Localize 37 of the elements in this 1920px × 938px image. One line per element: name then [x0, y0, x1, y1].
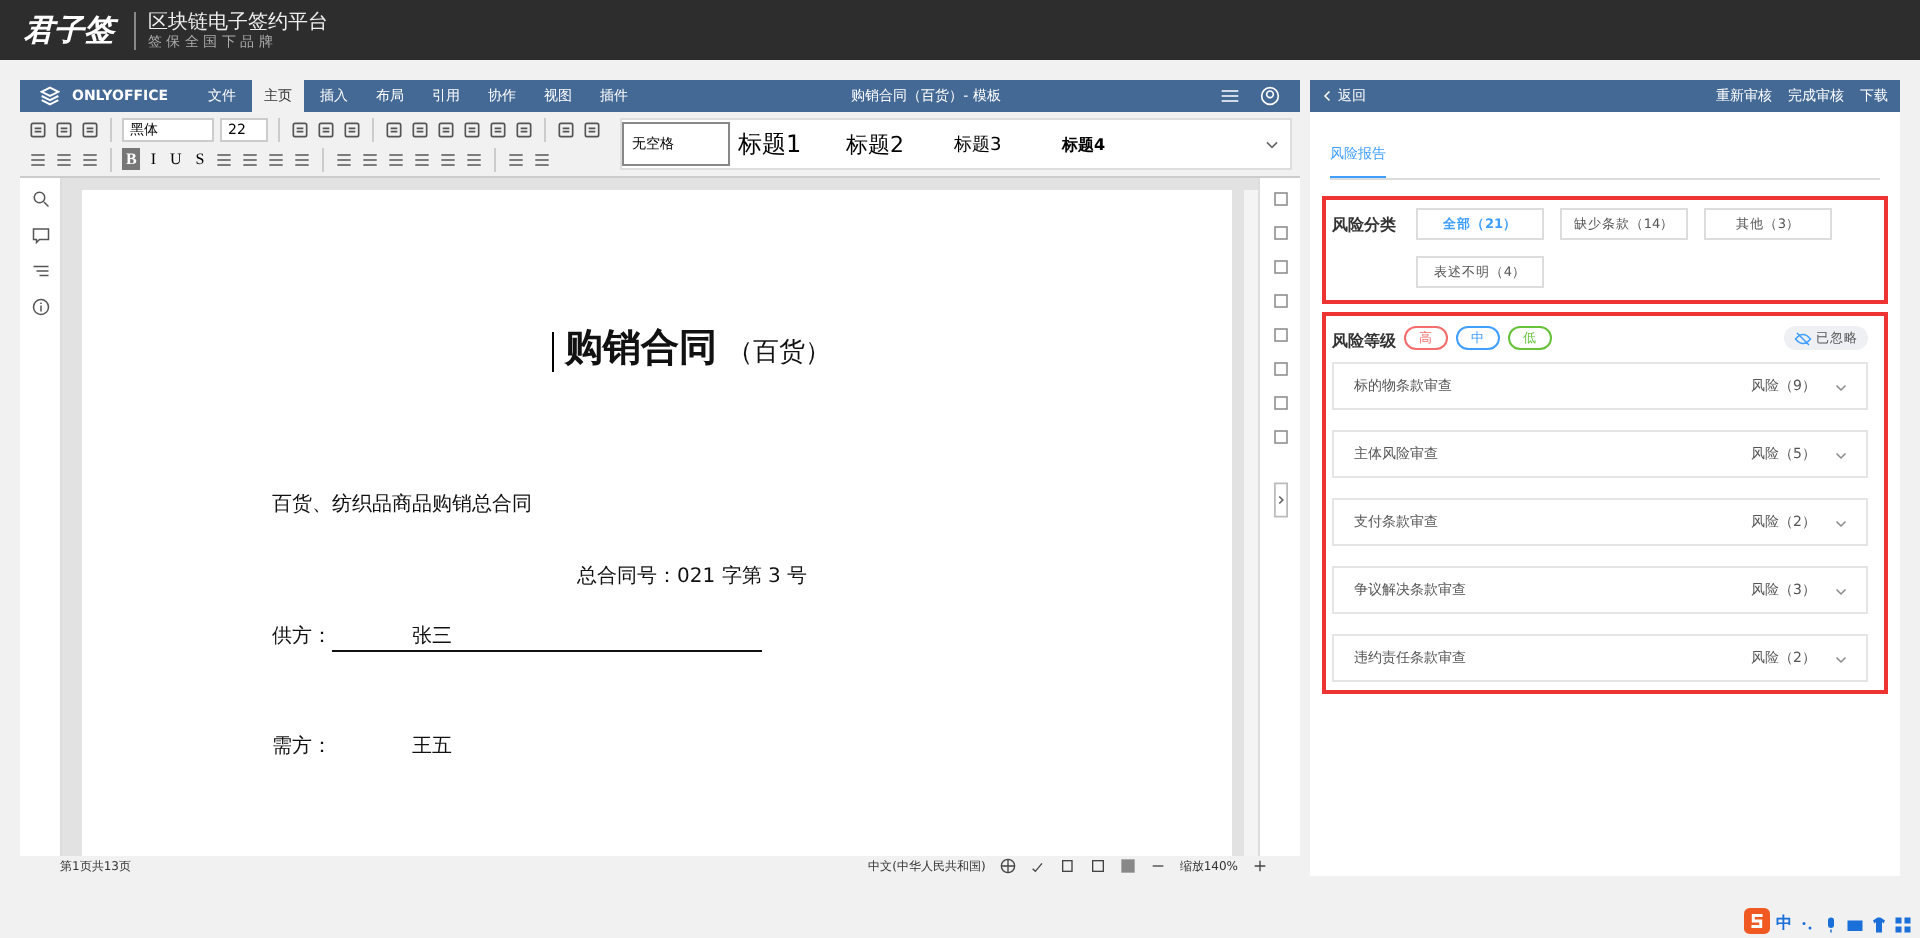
comment-icon[interactable]: [31, 226, 49, 244]
grid-icon[interactable]: [1894, 916, 1912, 934]
keyboard-icon[interactable]: [1846, 916, 1864, 934]
format-button[interactable]: B: [122, 148, 141, 170]
format-button[interactable]: I: [146, 148, 161, 170]
shirt-icon[interactable]: [1870, 916, 1888, 934]
scrollbar[interactable]: [1244, 190, 1258, 856]
section-label: 风险分类: [1332, 214, 1396, 238]
punctuation-icon[interactable]: [1798, 916, 1816, 934]
slogan-text: 区块链电子签约平台: [148, 11, 328, 33]
search-icon[interactable]: [31, 190, 49, 208]
input-mode-text[interactable]: 中: [1776, 912, 1792, 934]
zoom-in-icon[interactable]: [1252, 858, 1268, 874]
buyer-label: 需方：: [272, 733, 332, 760]
info-icon[interactable]: [31, 298, 49, 316]
contract-number: 总合同号：021 字第 3 号: [575, 563, 809, 590]
format-button[interactable]: S: [191, 148, 209, 170]
menu-icon[interactable]: [1220, 86, 1240, 106]
supplier-label: 供方：: [272, 623, 332, 652]
format-button[interactable]: U: [166, 148, 186, 170]
document-heading-suffix: （百货）: [727, 338, 832, 368]
spellcheck-icon[interactable]: [1029, 858, 1046, 874]
collapse-handle-icon[interactable]: [1273, 482, 1287, 518]
headings-icon[interactable]: [31, 262, 49, 280]
document-subtitle: 百货、纺织品商品购销总合同: [272, 491, 534, 518]
input-method-logo-icon[interactable]: [1744, 908, 1770, 934]
layers-icon: [40, 86, 60, 106]
buyer-name: 王五: [410, 734, 452, 760]
globe-icon[interactable]: [999, 858, 1016, 874]
supplier-name: 张三: [332, 622, 762, 652]
chevron-left-icon: [1322, 90, 1334, 102]
document-heading: 购销合同: [565, 326, 717, 370]
user-icon[interactable]: [1260, 86, 1280, 106]
microphone-icon[interactable]: [1822, 916, 1840, 934]
eye-off-icon: [1794, 329, 1812, 347]
logo-text: 君子签: [24, 11, 114, 49]
section-label: 风险等级: [1332, 330, 1396, 352]
